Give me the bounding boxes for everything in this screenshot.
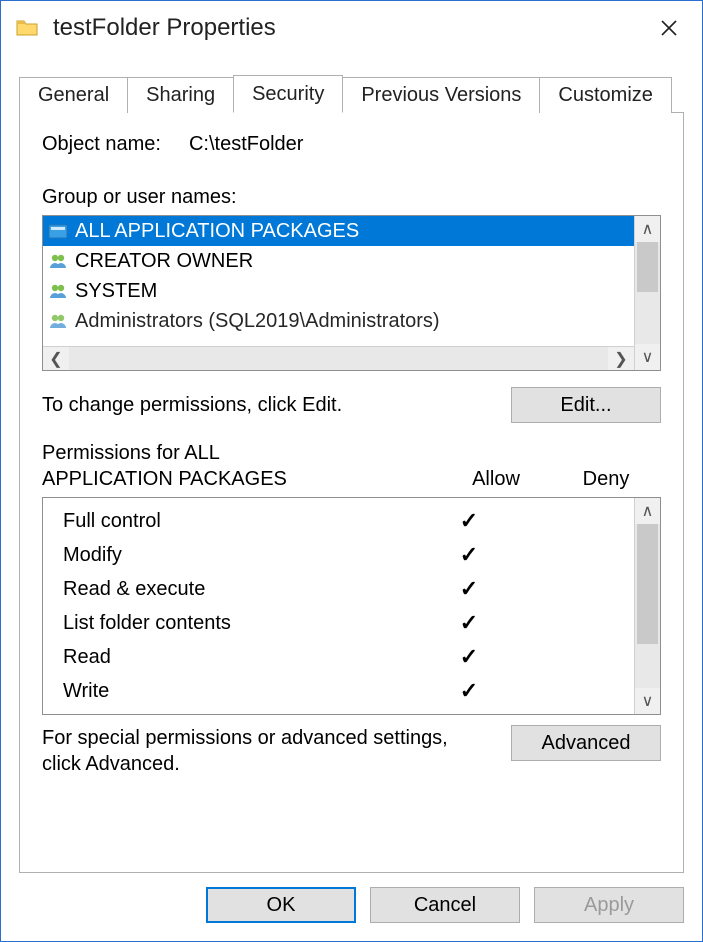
list-item[interactable]: CREATOR OWNER	[43, 246, 634, 276]
tab-customize[interactable]: Customize	[539, 77, 671, 113]
properties-dialog: testFolder Properties General Sharing Se…	[0, 0, 703, 942]
list-item[interactable]: Administrators (SQL2019\Administrators)	[43, 306, 634, 336]
tab-general[interactable]: General	[19, 77, 128, 113]
object-name-label: Object name:	[42, 133, 161, 156]
close-button[interactable]	[644, 6, 694, 50]
users-icon	[47, 280, 69, 302]
permission-name: List folder contents	[63, 612, 414, 635]
scroll-down-icon[interactable]: ∨	[635, 344, 660, 370]
scroll-up-icon[interactable]: ∧	[635, 498, 660, 524]
window-title: testFolder Properties	[53, 14, 644, 42]
security-panel: Object name: C:\testFolder Group or user…	[19, 113, 684, 873]
tab-security[interactable]: Security	[233, 75, 343, 113]
scroll-track[interactable]	[635, 524, 660, 688]
check-icon: ✓	[460, 678, 478, 703]
allow-cell: ✓	[414, 542, 524, 568]
cancel-button[interactable]: Cancel	[370, 887, 520, 923]
permissions-header: APPLICATION PACKAGES Allow Deny	[42, 468, 661, 491]
vertical-scrollbar[interactable]: ∧ ∨	[634, 498, 660, 714]
allow-cell: ✓	[414, 508, 524, 534]
permission-row: List folder contents ✓	[63, 606, 634, 640]
allow-cell: ✓	[414, 610, 524, 636]
permission-row: Write ✓	[63, 674, 634, 708]
permission-name: Read	[63, 646, 414, 669]
edit-button[interactable]: Edit...	[511, 387, 661, 423]
check-icon: ✓	[460, 644, 478, 669]
permission-row: Read & execute ✓	[63, 572, 634, 606]
column-allow: Allow	[441, 468, 551, 491]
tab-previous-versions[interactable]: Previous Versions	[342, 77, 540, 113]
package-icon	[47, 220, 69, 242]
column-deny: Deny	[551, 468, 661, 491]
scroll-thumb[interactable]	[637, 524, 658, 644]
permission-name: Full control	[63, 510, 414, 533]
scroll-thumb[interactable]	[637, 242, 658, 292]
check-icon: ✓	[460, 576, 478, 601]
permissions-title: Permissions for ALL	[42, 441, 661, 466]
scroll-right-icon[interactable]: ❯	[608, 347, 634, 370]
scroll-track[interactable]	[69, 347, 608, 370]
groups-label: Group or user names:	[42, 186, 661, 209]
advanced-hint: For special permissions or advanced sett…	[42, 725, 462, 777]
permissions-title-line2: APPLICATION PACKAGES	[42, 468, 441, 491]
edit-hint: To change permissions, click Edit.	[42, 394, 342, 417]
scroll-track[interactable]	[635, 242, 660, 344]
users-icon	[47, 250, 69, 272]
permission-name: Modify	[63, 544, 414, 567]
client-area: General Sharing Security Previous Versio…	[1, 55, 702, 873]
object-name-row: Object name: C:\testFolder	[42, 133, 661, 156]
folder-icon	[15, 16, 39, 40]
list-item[interactable]: SYSTEM	[43, 276, 634, 306]
list-item[interactable]: ALL APPLICATION PACKAGES	[43, 216, 634, 246]
list-item-label: ALL APPLICATION PACKAGES	[75, 220, 359, 243]
allow-cell: ✓	[414, 644, 524, 670]
check-icon: ✓	[460, 508, 478, 533]
titlebar: testFolder Properties	[1, 1, 702, 55]
dialog-footer: OK Cancel Apply	[1, 873, 702, 941]
permission-row: Full control ✓	[63, 504, 634, 538]
list-item-label: Administrators (SQL2019\Administrators)	[75, 310, 440, 333]
permissions-listbox[interactable]: Full control ✓ Modify ✓ Read & execute ✓	[42, 497, 661, 715]
scroll-left-icon[interactable]: ❮	[43, 347, 69, 370]
check-icon: ✓	[460, 542, 478, 567]
groups-listbox[interactable]: ALL APPLICATION PACKAGES CREATOR OWNER	[42, 215, 661, 371]
horizontal-scrollbar[interactable]: ❮ ❯	[43, 346, 634, 370]
ok-button[interactable]: OK	[206, 887, 356, 923]
object-name-value: C:\testFolder	[189, 133, 303, 156]
permission-name: Read & execute	[63, 578, 414, 601]
apply-button[interactable]: Apply	[534, 887, 684, 923]
permission-row: Read ✓	[63, 640, 634, 674]
tab-strip: General Sharing Security Previous Versio…	[19, 73, 684, 113]
scroll-up-icon[interactable]: ∧	[635, 216, 660, 242]
allow-cell: ✓	[414, 576, 524, 602]
vertical-scrollbar[interactable]: ∧ ∨	[634, 216, 660, 370]
list-item-label: CREATOR OWNER	[75, 250, 253, 273]
tab-sharing[interactable]: Sharing	[127, 77, 234, 113]
allow-cell: ✓	[414, 678, 524, 704]
permission-name: Write	[63, 680, 414, 703]
users-icon	[47, 310, 69, 332]
groups-list-body: ALL APPLICATION PACKAGES CREATOR OWNER	[43, 216, 634, 370]
check-icon: ✓	[460, 610, 478, 635]
permissions-title-line1: Permissions for ALL	[42, 441, 661, 466]
permission-row: Modify ✓	[63, 538, 634, 572]
advanced-button[interactable]: Advanced	[511, 725, 661, 761]
scroll-down-icon[interactable]: ∨	[635, 688, 660, 714]
list-item-label: SYSTEM	[75, 280, 157, 303]
